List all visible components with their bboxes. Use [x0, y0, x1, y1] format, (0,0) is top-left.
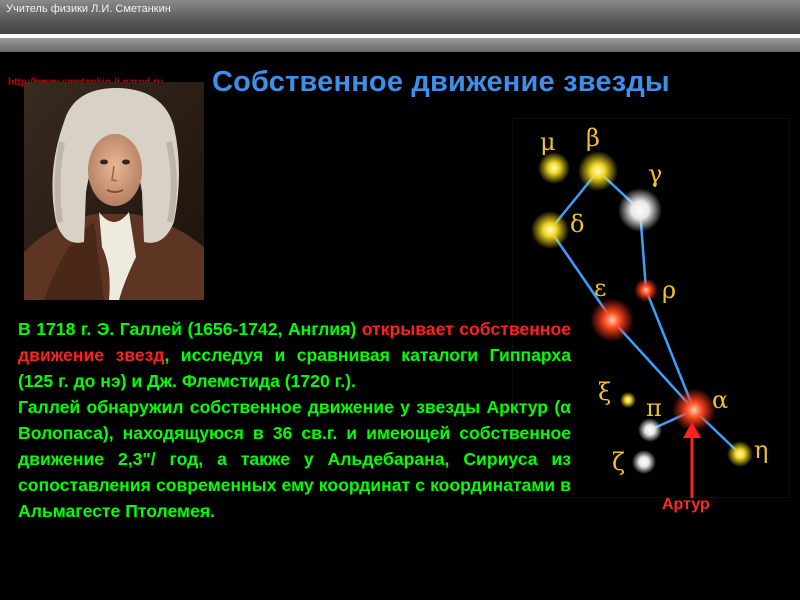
body-text: В 1718 г. Э. Галлей (1656-1742, Англия) …: [18, 316, 571, 524]
star-zeta: [632, 450, 656, 474]
paragraph-2: Галлей обнаружил собственное движение у …: [18, 397, 571, 521]
star-delta: [531, 211, 569, 249]
star-beta: [578, 151, 618, 191]
label-gamma: γ: [648, 160, 662, 188]
star-epsilon: [590, 298, 634, 342]
header-bar: Учитель физики Л.И. Сметанкин: [0, 0, 800, 34]
paragraph-1-intro: В 1718 г. Э. Галлей (1656-1742, Англия): [18, 319, 362, 339]
label-zeta: ζ: [612, 448, 625, 476]
arcturus-arrow: [683, 422, 701, 498]
halley-portrait: [24, 82, 204, 300]
slide-title: Собственное движение звезды: [212, 66, 670, 98]
url-bar: http://www.smetankin-li.narod.ru: [0, 38, 800, 88]
label-beta: β: [586, 124, 600, 152]
star-rho: [634, 278, 658, 302]
label-eta: η: [754, 436, 768, 464]
author-label: Учитель физики Л.И. Сметанкин: [6, 3, 171, 15]
star-gamma: [618, 188, 662, 232]
label-epsilon: ε: [594, 274, 606, 302]
label-pi: π: [646, 394, 662, 422]
paragraph-1: В 1718 г. Э. Галлей (1656-1742, Англия) …: [18, 316, 571, 394]
label-rho: ρ: [662, 276, 676, 304]
label-xi: ξ: [598, 378, 611, 406]
arcturus-label: Артур: [662, 496, 710, 513]
label-alpha: α: [712, 386, 728, 414]
star-eta: [727, 441, 753, 467]
label-mu: μ: [540, 128, 556, 156]
label-delta: δ: [570, 210, 584, 238]
star-xi: [620, 392, 636, 408]
star-mu: [538, 152, 570, 184]
